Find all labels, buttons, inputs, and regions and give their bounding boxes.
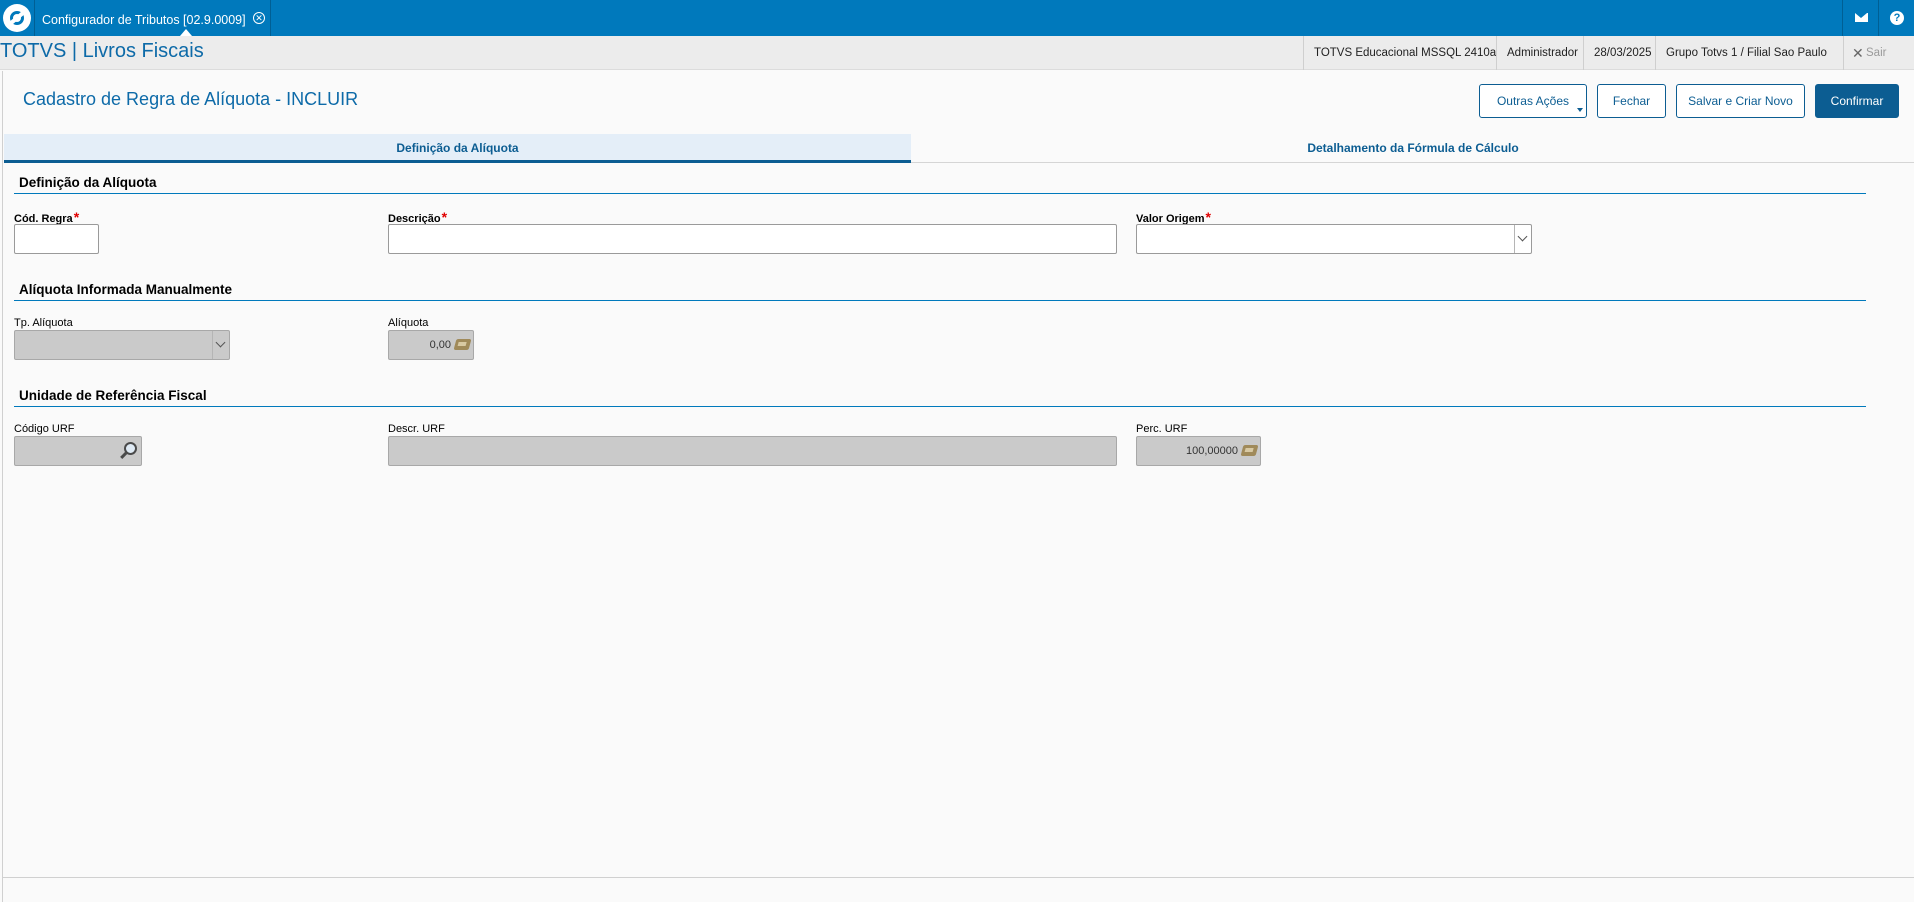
user-info: Administrador (1496, 36, 1588, 70)
descricao-input[interactable] (388, 224, 1117, 254)
calculator-icon[interactable] (1240, 445, 1259, 456)
tp-aliquota-select[interactable] (14, 330, 230, 360)
exit-button[interactable]: ✕ Sair (1843, 36, 1914, 70)
cod-regra-label: Cód. Regra* (14, 209, 80, 225)
close-button[interactable]: Fechar (1597, 84, 1666, 118)
top-bar: Configurador de Tributos [02.9.0009] ✕ ? (0, 0, 1914, 36)
tab-detalhamento-formula[interactable]: Detalhamento da Fórmula de Cálculo (911, 134, 1914, 163)
valor-origem-select[interactable] (1136, 224, 1532, 254)
header-strip: TOTVS | Livros Fiscais TOTVS Educacional… (0, 36, 1914, 70)
codigo-urf-input[interactable] (14, 436, 142, 466)
descricao-label: Descrição* (388, 209, 448, 225)
section-title-manual: Alíquota Informada Manualmente (19, 282, 233, 297)
form-page: Cadastro de Regra de Alíquota - INCLUIR … (2, 71, 1914, 902)
tab-definicao-aliquota[interactable]: Definição da Alíquota (4, 134, 911, 163)
save-and-new-button[interactable]: Salvar e Criar Novo (1676, 84, 1805, 118)
perc-urf-label: Perc. URF (1136, 423, 1188, 435)
environment-info: TOTVS Educacional MSSQL 2410a (1303, 36, 1506, 70)
aliquota-value: 0,00 (429, 339, 451, 351)
more-actions-label: Outras Ações (1496, 94, 1570, 108)
calculator-icon[interactable] (453, 339, 472, 350)
exit-label: Sair (1866, 47, 1887, 59)
chevron-down-icon (1577, 108, 1583, 112)
perc-urf-value: 100,00000 (1186, 445, 1238, 457)
chevron-down-icon[interactable] (1514, 225, 1531, 253)
section-divider (14, 193, 1866, 194)
totvs-logo-icon[interactable] (3, 4, 31, 32)
close-tab-icon[interactable]: ✕ (253, 12, 265, 24)
program-tab-title: Configurador de Tributos [02.9.0009] (42, 13, 246, 27)
chevron-down-icon[interactable] (212, 331, 229, 359)
date-info: 28/03/2025 (1583, 36, 1662, 70)
help-icon[interactable]: ? (1878, 0, 1914, 36)
search-icon[interactable] (124, 442, 137, 455)
section-divider (14, 406, 1866, 407)
mail-icon[interactable] (1842, 0, 1878, 36)
required-marker: * (441, 209, 448, 225)
codigo-urf-label: Código URF (14, 423, 75, 435)
app-title: TOTVS | Livros Fiscais (0, 40, 204, 62)
aliquota-input[interactable]: 0,00 (388, 330, 474, 360)
more-actions-button[interactable]: Outras Ações (1479, 84, 1587, 118)
section-title-urf: Unidade de Referência Fiscal (19, 388, 207, 403)
descr-urf-label: Descr. URF (388, 423, 445, 435)
cod-regra-input[interactable] (14, 224, 99, 254)
required-marker: * (1205, 209, 1211, 225)
tp-aliquota-label: Tp. Alíquota (14, 317, 73, 329)
program-tab[interactable]: Configurador de Tributos [02.9.0009] ✕ (34, 0, 271, 36)
perc-urf-input[interactable]: 100,00000 (1136, 436, 1261, 466)
descr-urf-input[interactable] (388, 436, 1117, 466)
aliquota-label: Alíquota (388, 317, 429, 329)
close-icon: ✕ (1852, 45, 1864, 61)
folder-tabs: Definição da Alíquota Detalhamento da Fó… (4, 134, 1914, 163)
valor-origem-label: Valor Origem* (1136, 209, 1211, 225)
footer-divider (2, 877, 1914, 878)
section-divider (14, 300, 1866, 301)
confirm-button[interactable]: Confirmar (1815, 84, 1899, 118)
active-tab-caret (180, 29, 192, 36)
branch-info[interactable]: Grupo Totvs 1 / Filial Sao Paulo (1655, 36, 1837, 70)
required-marker: * (73, 209, 80, 225)
page-title: Cadastro de Regra de Alíquota - INCLUIR (23, 89, 359, 109)
section-title-definicao: Definição da Alíquota (19, 175, 157, 190)
